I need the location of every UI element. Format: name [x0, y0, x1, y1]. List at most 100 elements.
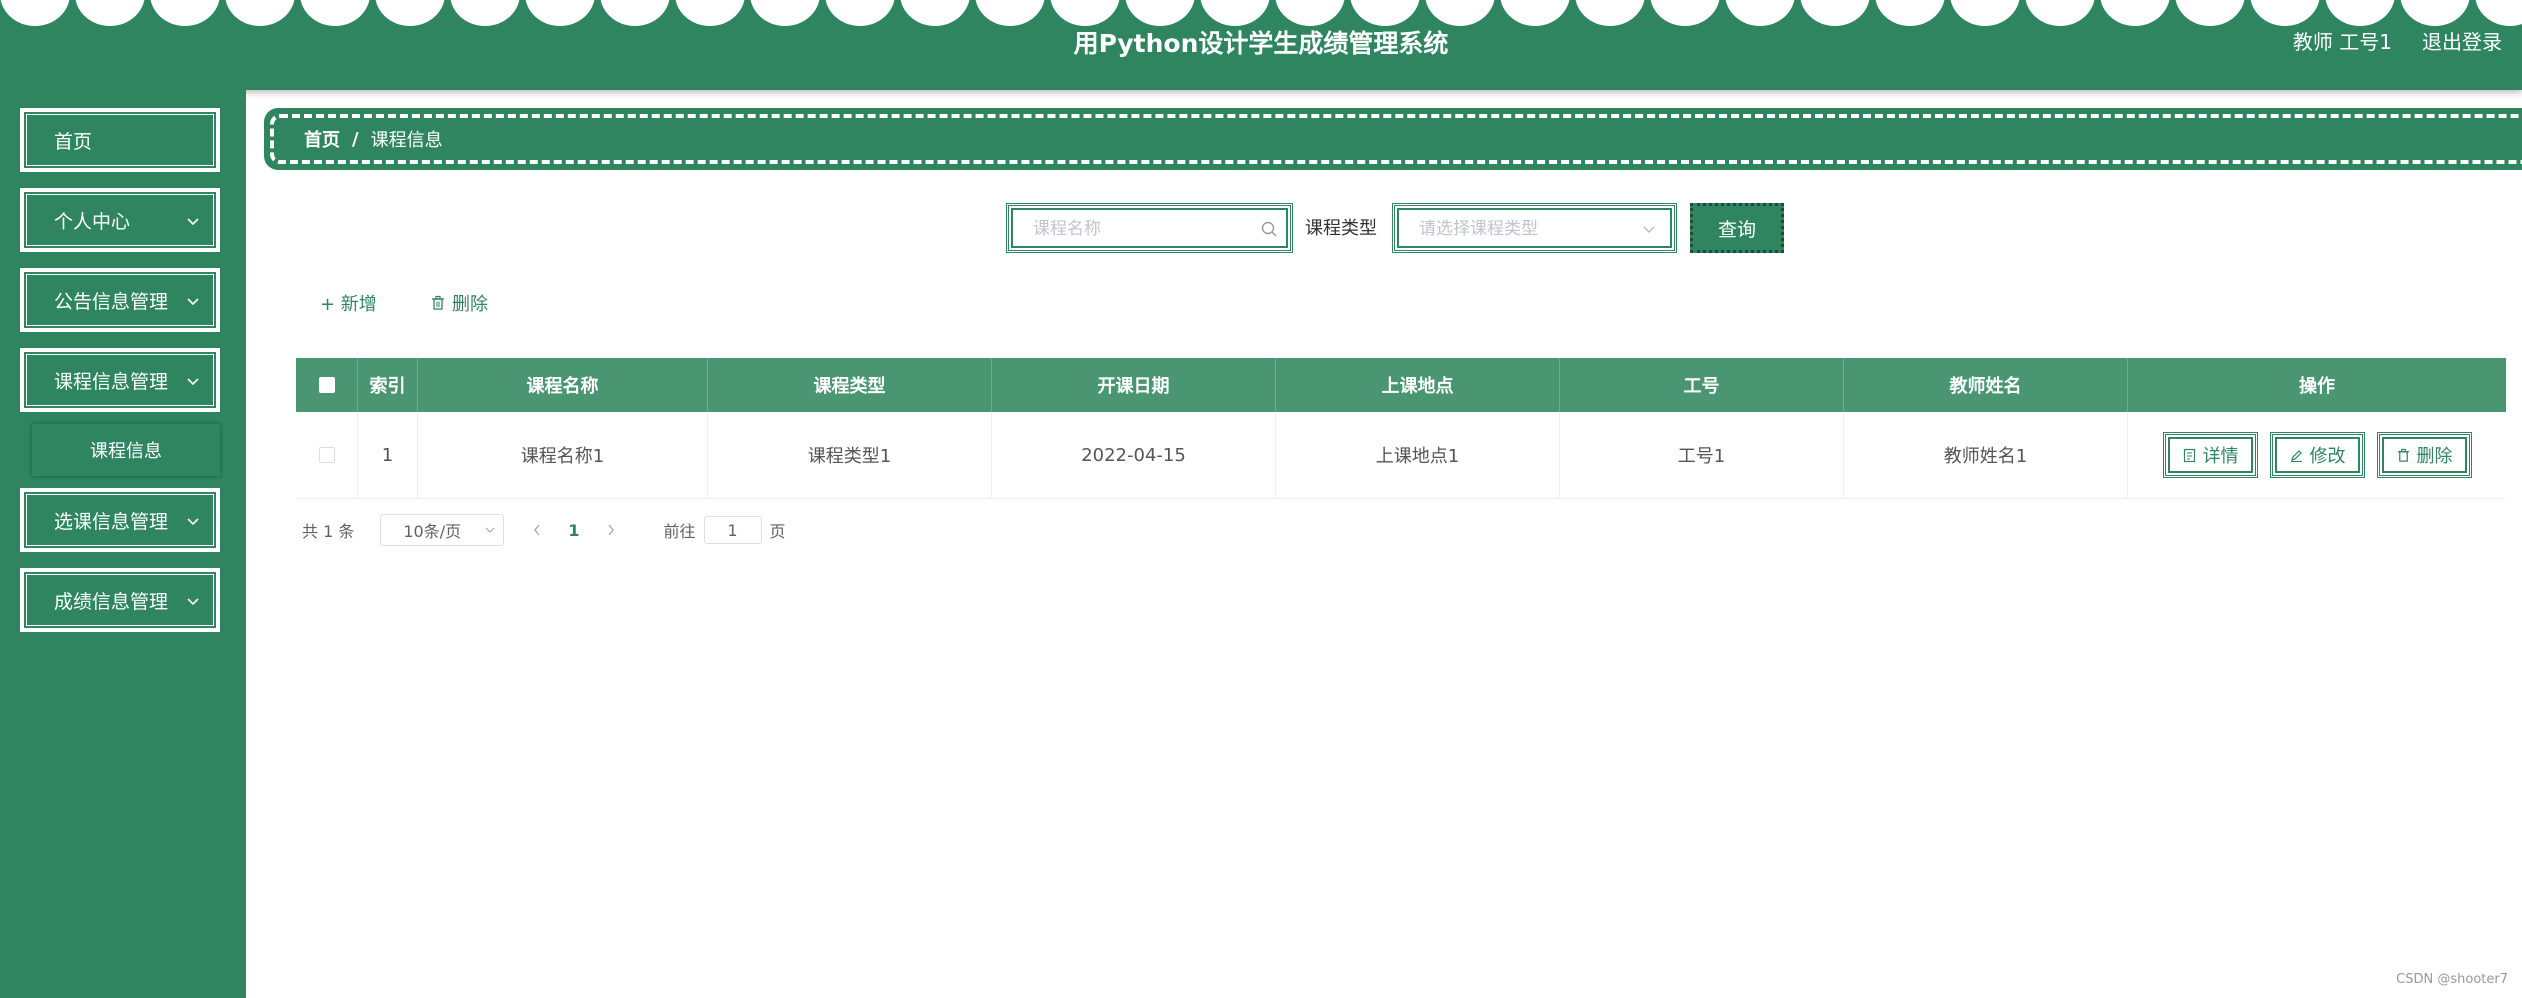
cell-location: 上课地点1	[1276, 412, 1560, 498]
sidebar-subitem-label: 课程信息	[90, 441, 162, 462]
breadcrumb-inner: 首页 / 课程信息	[270, 114, 2522, 164]
column-header: 索引	[358, 358, 418, 412]
chevron-right-icon[interactable]	[606, 523, 616, 537]
edit-button-label: 修改	[2309, 446, 2346, 467]
batch-delete-button[interactable]: 删除	[430, 290, 488, 316]
course-type-select[interactable]	[1392, 203, 1677, 253]
scallop-shape	[600, 0, 670, 26]
sidebar-item-profile[interactable]: 个人中心	[20, 188, 220, 252]
sidebar-item-label: 选课信息管理	[54, 510, 169, 533]
scallop-shape	[525, 0, 595, 26]
cell-actions: 详情 修改 删除	[2128, 412, 2506, 498]
scallop-shape	[450, 0, 520, 26]
logout-button[interactable]: 退出登录	[2422, 26, 2502, 55]
scallop-shape	[2250, 0, 2320, 26]
scalloped-border	[0, 0, 2522, 26]
sidebar-item-home[interactable]: 首页	[20, 108, 220, 172]
scallop-shape	[825, 0, 895, 26]
add-button-label: + 新增	[320, 294, 377, 315]
scallop-shape	[75, 0, 145, 26]
course-name-field[interactable]	[1006, 203, 1293, 253]
column-header: 课程类型	[708, 358, 992, 412]
scallop-shape	[750, 0, 820, 26]
detail-button-label: 详情	[2202, 446, 2239, 467]
scallop-shape	[2175, 0, 2245, 26]
page-size-select[interactable]: 10条/页	[380, 514, 505, 546]
sidebar-item-grades[interactable]: 成绩信息管理	[20, 568, 220, 632]
scallop-shape	[1500, 0, 1570, 26]
sidebar-item-label: 个人中心	[54, 210, 131, 233]
column-header: 教师姓名	[1844, 358, 2128, 412]
row-delete-button[interactable]: 删除	[2376, 432, 2472, 478]
cell-index: 1	[358, 412, 418, 498]
scallop-shape	[0, 0, 70, 26]
scallop-shape	[225, 0, 295, 26]
sidebar-item-label: 首页	[54, 130, 93, 153]
scallop-shape	[1275, 0, 1345, 26]
goto-suffix: 页	[769, 522, 786, 541]
sidebar-item-course[interactable]: 课程信息管理	[20, 348, 220, 412]
query-button[interactable]: 查询	[1690, 203, 1784, 253]
trash-icon	[432, 295, 444, 310]
pagination-total: 共 1 条	[302, 522, 355, 541]
scallop-shape	[1200, 0, 1270, 26]
chevron-down-icon	[187, 378, 199, 386]
cell-course-name: 课程名称1	[418, 412, 708, 498]
course-name-input[interactable]	[1031, 216, 1245, 242]
breadcrumb: 首页 / 课程信息	[264, 108, 2522, 170]
scallop-shape	[1650, 0, 1720, 26]
cell-teacher-name: 教师姓名1	[1844, 412, 2128, 498]
course-type-label: 课程类型	[1305, 218, 1377, 239]
chevron-down-icon	[485, 527, 495, 533]
select-all-checkbox[interactable]	[318, 377, 335, 393]
scallop-shape	[150, 0, 220, 26]
edit-button[interactable]: 修改	[2269, 432, 2365, 478]
column-header: 上课地点	[1276, 358, 1560, 412]
chevron-down-icon	[187, 518, 199, 526]
header-user-area: 教师 工号1 退出登录	[2293, 26, 2502, 55]
scallop-shape	[375, 0, 445, 26]
chevron-down-icon	[187, 298, 199, 306]
row-checkbox[interactable]	[318, 447, 335, 463]
search-icon	[1261, 221, 1277, 237]
course-table: 索引 课程名称 课程类型 开课日期 上课地点 工号 教师姓名 操作 1 课程名称…	[296, 358, 2506, 499]
scallop-shape	[2325, 0, 2395, 26]
page-number[interactable]: 1	[568, 521, 579, 540]
sidebar-item-enrollment[interactable]: 选课信息管理	[20, 488, 220, 552]
row-select-cell	[296, 412, 358, 498]
chevron-down-icon	[187, 598, 199, 606]
scallop-shape	[2025, 0, 2095, 26]
scallop-shape	[2400, 0, 2470, 26]
scallop-shape	[1125, 0, 1195, 26]
chevron-left-icon[interactable]	[532, 523, 542, 537]
top-header: 用Python设计学生成绩管理系统 教师 工号1 退出登录	[0, 0, 2522, 90]
document-icon	[2183, 448, 2195, 462]
scallop-shape	[900, 0, 970, 26]
detail-button[interactable]: 详情	[2162, 432, 2258, 478]
user-label: 教师 工号1	[2292, 30, 2392, 54]
scallop-shape	[300, 0, 370, 26]
cell-course-type: 课程类型1	[708, 412, 992, 498]
column-header: 操作	[2299, 376, 2335, 397]
goto-page-input[interactable]	[703, 516, 762, 544]
chevron-down-icon	[187, 218, 199, 226]
column-header: 课程名称	[418, 358, 708, 412]
cell-teacher-id: 工号1	[1560, 412, 1844, 498]
scallop-shape	[2100, 0, 2170, 26]
scallop-shape	[1800, 0, 1870, 26]
scallop-shape	[1425, 0, 1495, 26]
breadcrumb-home[interactable]: 首页	[304, 126, 340, 152]
table-row: 1 课程名称1 课程类型1 2022-04-15 上课地点1 工号1 教师姓名1…	[296, 412, 2506, 499]
scallop-shape	[975, 0, 1045, 26]
sidebar-item-label: 课程信息管理	[54, 370, 169, 393]
header-select-all[interactable]	[296, 358, 358, 412]
app-title: 用Python设计学生成绩管理系统	[1073, 29, 1449, 58]
add-button[interactable]: + 新增	[320, 290, 377, 316]
scallop-shape	[1575, 0, 1645, 26]
pagination: 共 1 条 10条/页 1 前往 页	[302, 514, 786, 546]
sidebar-item-notice[interactable]: 公告信息管理	[20, 268, 220, 332]
course-type-input[interactable]	[1417, 216, 1631, 242]
sidebar-subitem-course-info[interactable]: 课程信息	[32, 424, 220, 476]
sidebar-item-label: 成绩信息管理	[54, 590, 169, 613]
scallop-shape	[1950, 0, 2020, 26]
